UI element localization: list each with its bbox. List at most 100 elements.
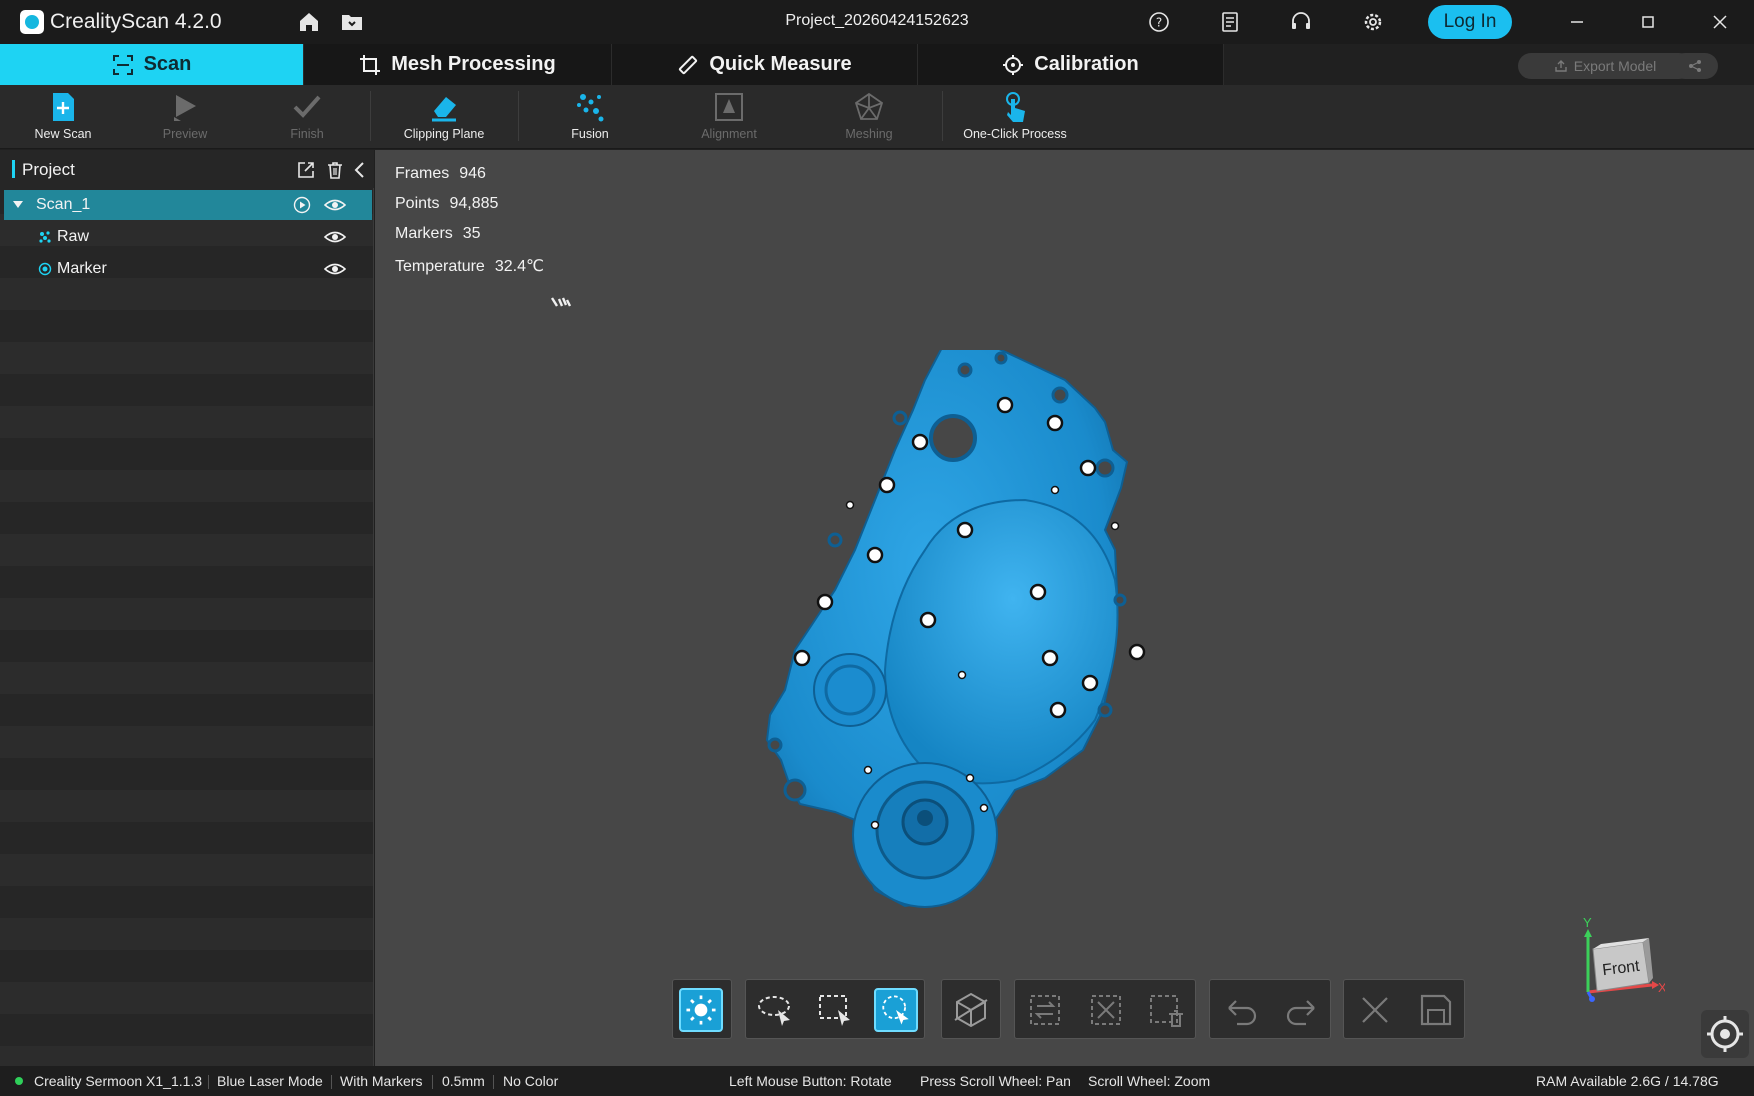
collapse-panel-icon[interactable] <box>350 160 370 180</box>
tree-item-marker[interactable]: Marker <box>4 254 372 284</box>
xray-view-button[interactable] <box>949 988 993 1032</box>
new-scan-icon <box>53 93 74 121</box>
target-icon <box>1707 1016 1743 1052</box>
light-toggle-button[interactable] <box>679 988 723 1032</box>
finish-button[interactable]: Finish <box>252 91 362 147</box>
project-panel-header: Project <box>0 150 374 188</box>
tree-item-scan-1[interactable]: Scan_1 <box>4 190 372 220</box>
lasso-select-button[interactable] <box>754 988 798 1032</box>
stat-value: 35 <box>462 225 481 242</box>
svg-text:?: ? <box>1156 16 1162 30</box>
minimize-icon[interactable] <box>1563 8 1591 36</box>
hint-rotate: Left Mouse Button: Rotate <box>729 1073 892 1089</box>
tool-label: Alignment <box>701 127 757 141</box>
play-icon[interactable] <box>293 196 311 214</box>
resolution: 0.5mm <box>442 1073 485 1089</box>
tree-item-raw[interactable]: Raw <box>4 222 372 252</box>
clipping-plane-button[interactable]: Clipping Plane <box>389 91 499 147</box>
reset-view-button[interactable] <box>1701 1010 1749 1058</box>
tab-label: Quick Measure <box>709 53 852 75</box>
ruler-icon <box>679 55 698 74</box>
apply-group <box>1343 979 1465 1039</box>
hint-pan: Press Scroll Wheel: Pan <box>920 1073 1071 1089</box>
status-bar: Creality Sermoon X1_1.1.3 Blue Laser Mod… <box>0 1066 1754 1096</box>
tree-label: Raw <box>57 228 90 245</box>
chevron-down-icon[interactable] <box>12 200 24 210</box>
export-model-button[interactable]: Export Model <box>1518 53 1692 79</box>
undo-icon[interactable] <box>1219 988 1263 1032</box>
eye-icon[interactable] <box>324 196 346 214</box>
import-icon[interactable] <box>296 160 316 180</box>
color-mode: No Color <box>503 1073 559 1089</box>
clear-selection-button[interactable] <box>1084 988 1128 1032</box>
tab-label: Scan <box>143 53 192 75</box>
app-window: CrealityScan 4.2.0 Project_2026042415262… <box>0 0 1754 1096</box>
tab-mesh-processing[interactable]: Mesh Processing <box>304 44 612 85</box>
ram-available: RAM Available 2.6G / 14.78G <box>1536 1073 1719 1089</box>
view-cube[interactable]: Front X Y <box>1555 915 1665 1025</box>
touch-icon <box>1006 92 1025 122</box>
tree-label: Scan_1 <box>36 196 91 213</box>
tab-label: Mesh Processing <box>391 53 556 75</box>
export-label: Export Model <box>1573 58 1657 74</box>
selection-edit-group <box>1014 979 1196 1039</box>
save-icon[interactable] <box>1414 988 1458 1032</box>
stat-value: 94,885 <box>449 195 499 212</box>
alignment-icon <box>715 93 743 121</box>
brush-select-button[interactable] <box>874 988 918 1032</box>
scan-toolbar: New Scan Preview Finish Clipping Plane F… <box>0 85 1754 149</box>
panel-title: Project <box>22 160 75 179</box>
meshing-button[interactable]: Meshing <box>814 91 924 147</box>
mesh-icon <box>854 92 884 120</box>
preview-button[interactable]: Preview <box>130 91 240 147</box>
tool-label: Fusion <box>571 127 609 141</box>
maximize-icon[interactable] <box>1634 8 1662 36</box>
eye-icon[interactable] <box>324 228 346 246</box>
point-cloud-icon <box>39 231 51 243</box>
tab-quick-measure[interactable]: Quick Measure <box>612 44 918 85</box>
invert-selection-button[interactable] <box>1023 988 1067 1032</box>
close-icon[interactable] <box>1706 8 1734 36</box>
stat-label: Frames <box>395 165 450 182</box>
login-button[interactable]: Log In <box>1428 5 1512 39</box>
history-group <box>1209 979 1331 1039</box>
crosshair-icon <box>1003 54 1024 75</box>
stat-frames: Frames 946 <box>395 165 486 183</box>
toolbar-divider <box>942 91 943 141</box>
one-click-process-button[interactable]: One-Click Process <box>960 91 1070 147</box>
tab-calibration[interactable]: Calibration <box>918 44 1224 85</box>
tool-label: Preview <box>162 127 208 141</box>
log-icon[interactable] <box>1218 10 1242 34</box>
lighting-group <box>672 979 732 1039</box>
delete-selected-button[interactable] <box>1145 988 1189 1032</box>
title-bar: CrealityScan 4.2.0 Project_2026042415262… <box>0 0 1754 44</box>
status-divider <box>331 1075 332 1089</box>
tool-label: Clipping Plane <box>403 127 485 141</box>
trash-icon[interactable] <box>325 160 345 180</box>
stat-value: 32.4℃ <box>494 258 544 275</box>
tab-scan[interactable]: Scan <box>0 44 304 85</box>
marker-icon <box>38 262 52 276</box>
new-scan-button[interactable]: New Scan <box>8 91 118 147</box>
3d-viewport[interactable]: Frames 946 Points 94,885 Markers 35 Tempera… <box>375 150 1754 1066</box>
share-button[interactable] <box>1672 53 1718 79</box>
project-panel: Project Scan_1 Raw Marker <box>0 150 374 1066</box>
redo-icon[interactable] <box>1280 988 1324 1032</box>
stat-markers: Markers 35 <box>395 225 481 243</box>
main-tab-bar: Scan Mesh Processing Quick Measure Calib… <box>0 44 1754 85</box>
eye-icon[interactable] <box>324 260 346 278</box>
tool-label: Finish <box>290 127 324 141</box>
stat-label: Markers <box>395 225 453 242</box>
help-icon[interactable]: ? <box>1147 10 1171 34</box>
toolbar-divider <box>370 91 371 141</box>
discard-icon[interactable] <box>1353 988 1397 1032</box>
share-icon <box>1689 60 1701 72</box>
tree-label: Marker <box>57 260 107 277</box>
fusion-button[interactable]: Fusion <box>535 91 645 147</box>
stat-value: 946 <box>459 165 486 182</box>
scanned-model[interactable] <box>765 350 1165 910</box>
rectangle-select-button[interactable] <box>814 988 858 1032</box>
alignment-button[interactable]: Alignment <box>674 91 784 147</box>
gear-icon[interactable] <box>1361 10 1385 34</box>
headset-icon[interactable] <box>1289 10 1313 34</box>
